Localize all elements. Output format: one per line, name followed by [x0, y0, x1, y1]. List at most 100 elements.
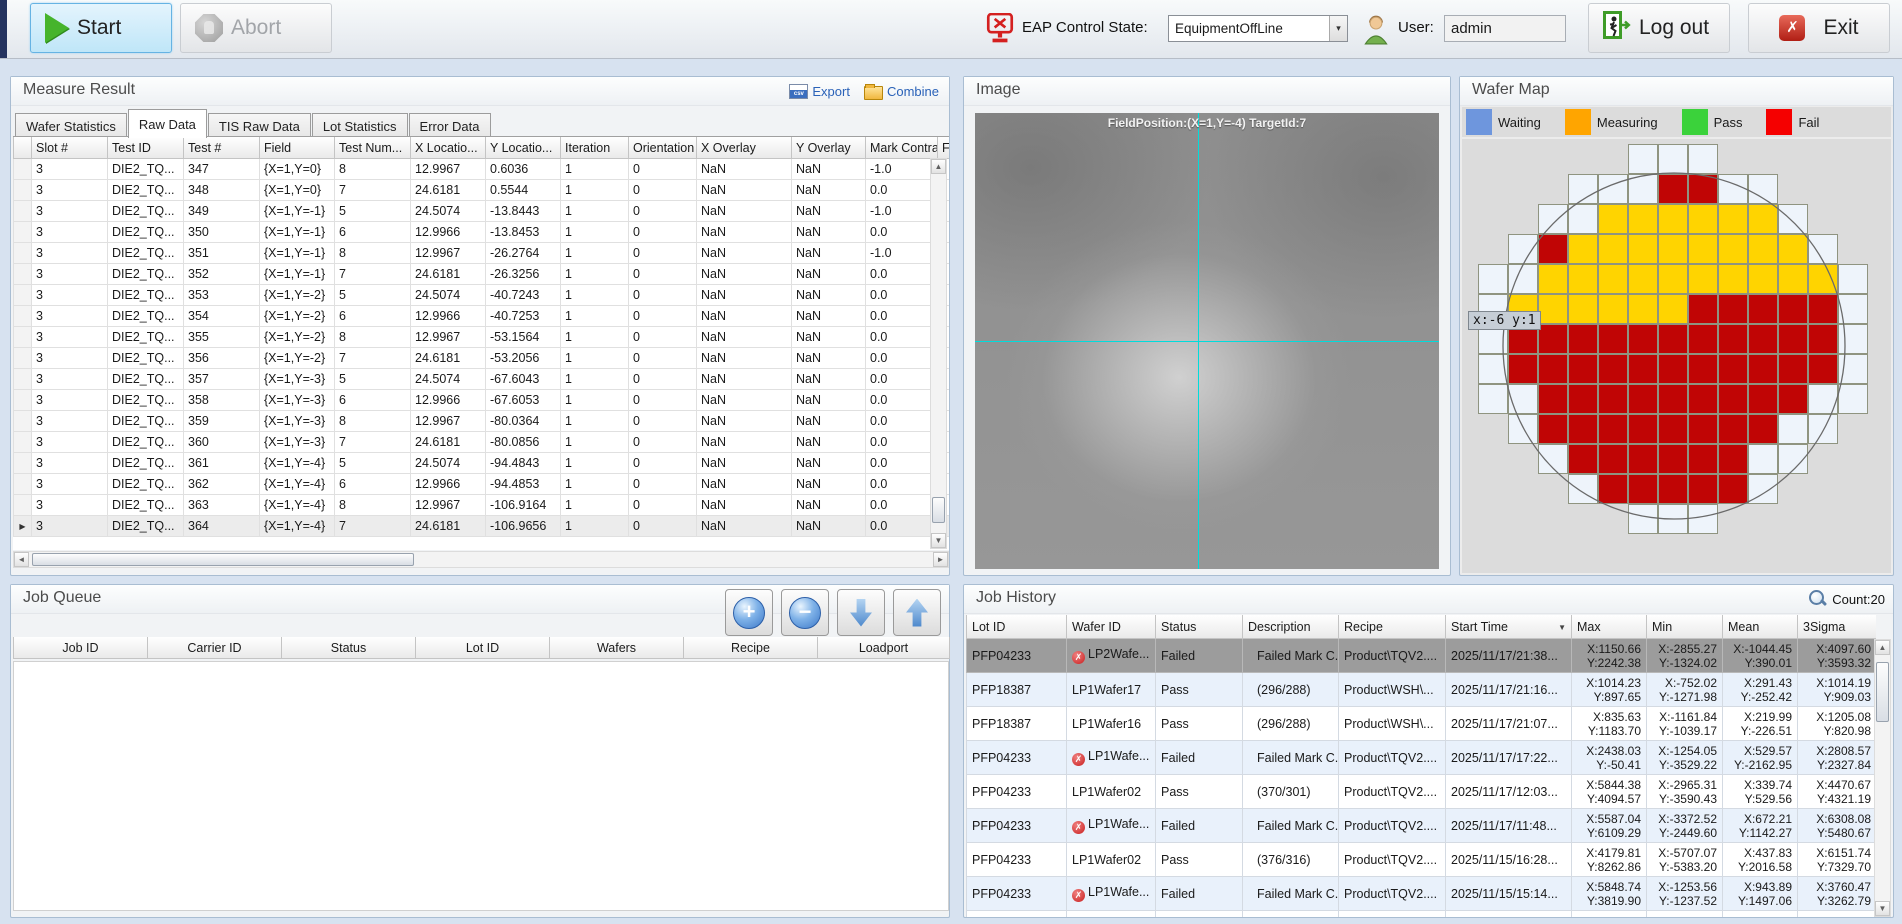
history-row[interactable]: PFP04233✗LP1Wafe...FailedAbort...Product… [967, 911, 1877, 918]
wafer-die-cell[interactable] [1688, 174, 1718, 204]
column-header[interactable]: Mark Contra [866, 137, 938, 159]
tab-lot-statistics[interactable]: Lot Statistics [312, 113, 408, 138]
scrollbar-thumb[interactable] [32, 553, 414, 566]
wafer-die-cell[interactable] [1778, 354, 1808, 384]
wafer-die-cell[interactable] [1688, 444, 1718, 474]
wafer-die-cell[interactable] [1628, 384, 1658, 414]
wafer-die-cell[interactable] [1478, 264, 1508, 294]
wafer-die-cell[interactable] [1718, 174, 1748, 204]
wafer-die-cell[interactable] [1748, 474, 1778, 504]
wafer-die-cell[interactable] [1568, 474, 1598, 504]
eap-control-state-select[interactable]: EquipmentOffLine ▾ [1168, 15, 1348, 42]
wafer-die-cell[interactable] [1598, 354, 1628, 384]
wafer-die-cell[interactable] [1748, 414, 1778, 444]
move-up-button[interactable] [893, 589, 941, 636]
wafer-die-cell[interactable] [1658, 234, 1688, 264]
table-row[interactable]: 3DIE2_TQ...356{X=1,Y=-2}724.6181-53.2056… [14, 348, 950, 369]
wafer-die-cell[interactable] [1508, 384, 1538, 414]
history-row[interactable]: PFP04233LP1Wafer02Pass(370/301)Product\T… [967, 775, 1877, 809]
table-row[interactable]: 3DIE2_TQ...359{X=1,Y=-3}812.9967-80.0364… [14, 411, 950, 432]
wafer-die-cell[interactable] [1718, 474, 1748, 504]
wafer-die-cell[interactable] [1598, 174, 1628, 204]
start-button[interactable]: Start [30, 3, 172, 53]
wafer-die-cell[interactable] [1598, 324, 1628, 354]
table-row[interactable]: 3DIE2_TQ...363{X=1,Y=-4}812.9967-106.916… [14, 495, 950, 516]
wafer-die-cell[interactable] [1688, 414, 1718, 444]
column-header[interactable]: Recipe [1339, 615, 1446, 639]
wafer-die-cell[interactable] [1568, 444, 1598, 474]
wafer-die-cell[interactable] [1658, 204, 1688, 234]
wafer-die-cell[interactable] [1478, 354, 1508, 384]
camera-image-view[interactable]: FieldPosition:(X=1,Y=-4) TargetId:7 [975, 113, 1439, 569]
wafer-die-cell[interactable] [1508, 414, 1538, 444]
wafer-die-cell[interactable] [1778, 294, 1808, 324]
wafer-die-cell[interactable] [1748, 444, 1778, 474]
wafer-die-cell[interactable] [1598, 294, 1628, 324]
column-header[interactable]: Test Num... [335, 137, 411, 159]
logout-button[interactable]: Log out [1588, 3, 1730, 53]
wafer-die-cell[interactable] [1568, 294, 1598, 324]
wafer-die-cell[interactable] [1688, 204, 1718, 234]
wafer-die-cell[interactable] [1748, 354, 1778, 384]
wafer-die-cell[interactable] [1748, 384, 1778, 414]
exit-button[interactable]: ✗ Exit [1748, 3, 1890, 53]
column-header[interactable]: Status [282, 637, 416, 659]
wafer-die-cell[interactable] [1658, 474, 1688, 504]
wafer-die-cell[interactable] [1688, 504, 1718, 534]
wafer-die-cell[interactable] [1568, 174, 1598, 204]
wafer-die-cell[interactable] [1688, 354, 1718, 384]
wafer-die-cell[interactable] [1808, 264, 1838, 294]
column-header[interactable]: Min [1647, 615, 1723, 639]
wafer-die-cell[interactable] [1538, 294, 1568, 324]
wafer-die-cell[interactable] [1628, 174, 1658, 204]
scroll-up-icon[interactable]: ▲ [931, 159, 946, 174]
column-header[interactable]: Lot ID [416, 637, 550, 659]
wafer-die-cell[interactable] [1628, 504, 1658, 534]
wafer-die-cell[interactable] [1508, 354, 1538, 384]
wafer-die-cell[interactable] [1658, 294, 1688, 324]
wafer-die-cell[interactable] [1688, 144, 1718, 174]
dropdown-arrow-icon[interactable]: ▾ [1329, 16, 1347, 41]
column-header[interactable]: Iteration [561, 137, 629, 159]
wafer-die-cell[interactable] [1538, 234, 1568, 264]
wafer-die-cell[interactable] [1778, 234, 1808, 264]
history-row[interactable]: PFP18387LP1Wafer16Pass(296/288)Product\W… [967, 707, 1877, 741]
table-row[interactable]: 3DIE2_TQ...357{X=1,Y=-3}524.5074-67.6043… [14, 369, 950, 390]
wafer-die-cell[interactable] [1568, 324, 1598, 354]
column-header[interactable]: Carrier ID [148, 637, 282, 659]
wafer-die-cell[interactable] [1718, 234, 1748, 264]
column-header[interactable]: X Overlay [697, 137, 792, 159]
scrollbar-thumb[interactable] [932, 497, 945, 523]
wafer-die-cell[interactable] [1778, 324, 1808, 354]
wafer-die-cell[interactable] [1538, 354, 1568, 384]
wafer-die-cell[interactable] [1808, 414, 1838, 444]
wafer-die-cell[interactable] [1598, 444, 1628, 474]
scroll-down-icon[interactable]: ▼ [931, 533, 946, 548]
wafer-die-cell[interactable] [1628, 414, 1658, 444]
table-row[interactable]: 3DIE2_TQ...348{X=1,Y=0}724.61810.554410N… [14, 180, 950, 201]
wafer-die-cell[interactable] [1778, 384, 1808, 414]
table-row[interactable]: 3DIE2_TQ...352{X=1,Y=-1}724.6181-26.3256… [14, 264, 950, 285]
add-job-button[interactable]: + [725, 589, 773, 636]
history-row[interactable]: PFP04233✗LP1Wafe...FailedFailed Mark C..… [967, 741, 1877, 775]
column-header[interactable]: Wafers [550, 637, 684, 659]
wafer-die-cell[interactable] [1838, 354, 1868, 384]
wafer-die-cell[interactable] [1628, 444, 1658, 474]
column-header[interactable]: Slot # [32, 137, 108, 159]
wafer-die-cell[interactable] [1628, 264, 1658, 294]
wafer-die-cell[interactable] [1628, 294, 1658, 324]
wafer-die-cell[interactable] [1658, 174, 1688, 204]
column-header[interactable]: FO [938, 137, 950, 159]
wafer-die-cell[interactable] [1778, 264, 1808, 294]
column-header[interactable]: Wafer ID [1067, 615, 1156, 639]
combine-link[interactable]: Combine [864, 83, 939, 100]
table-row[interactable]: 3DIE2_TQ...350{X=1,Y=-1}612.9966-13.8453… [14, 222, 950, 243]
wafer-die-cell[interactable] [1748, 264, 1778, 294]
wafer-die-cell[interactable] [1478, 384, 1508, 414]
wafer-die-cell[interactable] [1748, 174, 1778, 204]
user-input[interactable]: admin [1444, 15, 1566, 42]
wafer-die-cell[interactable] [1568, 414, 1598, 444]
wafer-die-cell[interactable] [1628, 474, 1658, 504]
wafer-die-cell[interactable] [1838, 384, 1868, 414]
tab-raw-data[interactable]: Raw Data [128, 109, 207, 138]
